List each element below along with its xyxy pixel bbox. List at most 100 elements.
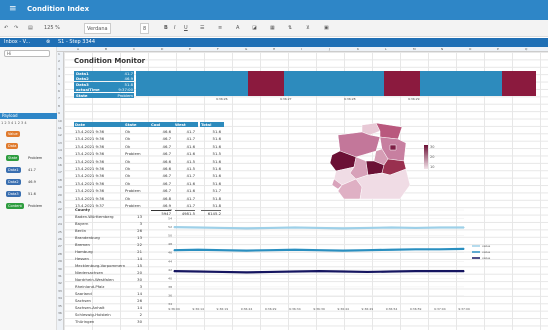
undo-icon[interactable]: ↶ xyxy=(4,23,8,34)
row-header[interactable]: 10 xyxy=(58,119,62,123)
row-header[interactable]: 37 xyxy=(58,318,62,322)
hamburger-menu-icon[interactable]: ≡ xyxy=(9,4,17,14)
row-header[interactable]: 30 xyxy=(58,267,62,271)
column-header[interactable]: N xyxy=(441,47,443,51)
sidebar-item[interactable]: Data1 xyxy=(6,167,21,173)
column-header[interactable]: F xyxy=(217,47,219,51)
row-header[interactable]: 26 xyxy=(58,237,62,241)
row-header[interactable]: 9 xyxy=(58,111,60,115)
align-icon[interactable]: ☰ xyxy=(200,23,204,34)
column-header[interactable]: C xyxy=(133,47,135,51)
column-header[interactable]: O xyxy=(469,47,471,51)
row-header[interactable]: 4 xyxy=(58,74,60,78)
row-header[interactable]: 25 xyxy=(58,230,62,234)
row-header[interactable]: 35 xyxy=(58,304,62,308)
row-header[interactable]: 28 xyxy=(58,252,62,256)
county-name: Saarland xyxy=(75,291,92,296)
row-header[interactable]: 6 xyxy=(58,89,60,93)
font-size-select[interactable]: 8 xyxy=(140,23,150,34)
row-header[interactable]: 27 xyxy=(58,244,62,248)
table-cell: 13.4.2021 9:36 xyxy=(75,180,105,186)
redo-icon[interactable]: ↷ xyxy=(14,23,18,34)
underline-icon[interactable]: U xyxy=(184,23,188,34)
line-chart[interactable]: 56 54 52 50 48 46 44 42 40 38 36 349:36:09 9:36:14 9:… xyxy=(160,206,546,326)
county-name: Schleswig-Holstein xyxy=(75,312,111,317)
column-header[interactable]: G xyxy=(245,47,247,51)
column-header[interactable]: A xyxy=(77,47,79,51)
data-point xyxy=(173,249,175,251)
row-header[interactable]: 22 xyxy=(58,207,62,211)
row-header[interactable]: 2 xyxy=(58,59,60,63)
column-header[interactable]: E xyxy=(189,47,191,51)
column-header[interactable]: D xyxy=(161,47,163,51)
sidebar-item[interactable]: Data2 xyxy=(6,179,21,185)
row-header[interactable]: 33 xyxy=(58,289,62,293)
sort-icon[interactable]: ⇅ xyxy=(288,23,292,34)
row-header[interactable]: 13 xyxy=(58,141,62,145)
county-name: Bayern xyxy=(75,221,89,226)
county-name: Hamburg xyxy=(75,249,93,254)
table-header[interactable]: Total xyxy=(200,122,224,127)
row-header[interactable]: 21 xyxy=(58,200,62,204)
tab-sheet[interactable]: S1 - Step 3344 xyxy=(58,39,95,45)
sidebar-item[interactable]: Data xyxy=(6,143,19,149)
germany-choropleth-map[interactable]: 30 20 10 xyxy=(320,121,440,201)
row-header[interactable]: 19 xyxy=(58,185,62,189)
font-select[interactable]: Verdana xyxy=(84,23,111,34)
sidebar-item[interactable]: Value xyxy=(6,131,20,137)
sidebar-item[interactable]: State xyxy=(6,155,20,161)
row-header[interactable]: 11 xyxy=(58,126,62,130)
zoom-select[interactable]: 125 % xyxy=(44,23,60,34)
row-header[interactable]: 24 xyxy=(58,222,62,226)
italic-icon[interactable]: I xyxy=(174,23,175,34)
row-header[interactable]: 8 xyxy=(58,104,60,108)
sidebar-item[interactable]: Data3 xyxy=(6,191,21,197)
borders-icon[interactable]: ▦ xyxy=(270,23,275,34)
column-header[interactable]: H xyxy=(273,47,275,51)
row-header[interactable]: 23 xyxy=(58,215,62,219)
paste-icon[interactable]: ▤ xyxy=(28,23,33,34)
column-header[interactable]: Q xyxy=(525,47,527,51)
table-header[interactable]: West xyxy=(174,122,198,127)
sidebar-item[interactable]: Content xyxy=(6,203,24,209)
tab-inbox[interactable]: Inbox - V... xyxy=(4,39,30,45)
row-header[interactable]: 5 xyxy=(58,82,60,86)
table-header[interactable]: State xyxy=(124,122,150,127)
table-cell: 41.7 xyxy=(186,195,195,201)
row-header[interactable]: 1 xyxy=(58,52,60,56)
list-icon[interactable]: ≡ xyxy=(218,23,222,34)
row-header[interactable]: 20 xyxy=(58,193,62,197)
row-header[interactable]: 14 xyxy=(58,148,62,152)
image-icon[interactable]: ▣ xyxy=(324,23,329,34)
column-header[interactable]: M xyxy=(413,47,416,51)
row-header[interactable]: 34 xyxy=(58,296,62,300)
column-header[interactable]: J xyxy=(329,47,330,51)
column-header[interactable]: I xyxy=(301,47,302,51)
column-header[interactable]: P xyxy=(497,47,499,51)
county-value: 26 xyxy=(137,298,142,303)
bold-icon[interactable]: B xyxy=(164,23,168,34)
column-header[interactable]: K xyxy=(357,47,359,51)
row-header[interactable]: 29 xyxy=(58,259,62,263)
row-header[interactable]: 31 xyxy=(58,274,62,278)
close-icon[interactable]: ⊗ xyxy=(46,39,50,45)
row-header[interactable]: 36 xyxy=(58,311,62,315)
text-color-icon[interactable]: A xyxy=(236,23,239,34)
row-header[interactable]: 12 xyxy=(58,133,62,137)
row-header[interactable]: 32 xyxy=(58,281,62,285)
table-header[interactable]: Cool xyxy=(150,122,174,127)
sidebar-top-button[interactable]: Hi xyxy=(7,51,11,56)
row-header[interactable]: 17 xyxy=(58,170,62,174)
row-header[interactable]: 7 xyxy=(58,96,60,100)
row-header[interactable]: 15 xyxy=(58,156,62,160)
row-header[interactable]: 3 xyxy=(58,67,60,71)
column-header[interactable]: B xyxy=(105,47,107,51)
table-cell: Problem xyxy=(125,151,141,157)
filter-icon[interactable]: ⊻ xyxy=(306,23,310,34)
fill-color-icon[interactable]: ◪ xyxy=(252,23,257,34)
column-header[interactable]: L xyxy=(385,47,387,51)
row-header[interactable]: 16 xyxy=(58,163,62,167)
data-point xyxy=(270,227,272,229)
row-header[interactable]: 18 xyxy=(58,178,62,182)
table-header[interactable]: Date xyxy=(74,122,124,127)
